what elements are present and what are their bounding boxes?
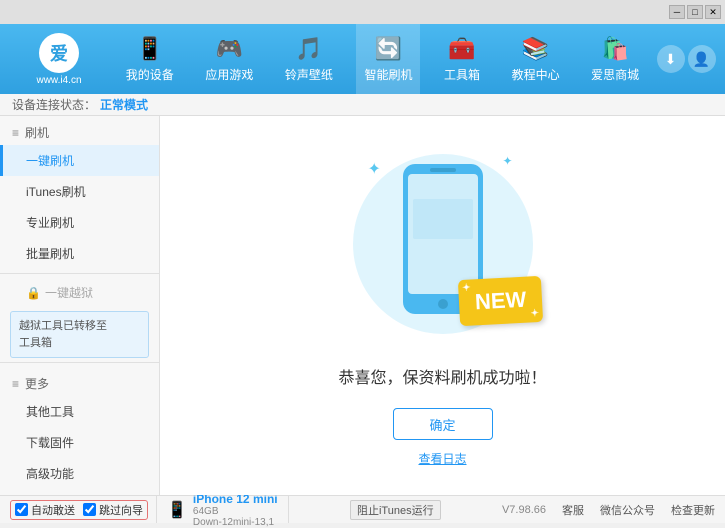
sidebar-flash-label: 刷机 (25, 124, 49, 141)
status-value: 正常模式 (100, 96, 148, 113)
sidebar-item-download-firmware[interactable]: 下载固件 (0, 427, 159, 458)
nav-toolbox[interactable]: 🧰 工具箱 (436, 24, 488, 94)
bottom-center: 阻止iTunes运行 (289, 500, 502, 520)
skip-wizard-input[interactable] (83, 503, 96, 516)
device-phone-icon: 📱 (167, 500, 187, 520)
version-text: V7.98.66 (502, 504, 546, 516)
bottom-right: V7.98.66 客服 微信公众号 检查更新 (502, 502, 715, 518)
success-text: 恭喜您，保资料刷机成功啦！ (338, 364, 546, 388)
sidebar-locked-item: 🔒 一键越狱 (0, 278, 159, 307)
logo-url: www.i4.cn (36, 75, 81, 86)
illustration: ✦ ✦ NEW (343, 144, 543, 344)
ringtone-icon: 🎵 (295, 36, 322, 62)
jailbreak-notice-text: 越狱工具已转移至工具箱 (19, 320, 107, 349)
flash-section-icon: ≡ (12, 126, 19, 140)
status-label: 设备连接状态： (12, 96, 96, 113)
nav-tutorial[interactable]: 📚 教程中心 (504, 24, 568, 94)
nav-app-games[interactable]: 🎮 应用游戏 (197, 24, 261, 94)
logo-icon: 爱 (39, 33, 79, 73)
advanced-label: 高级功能 (26, 467, 74, 481)
sidebar-item-other-tools[interactable]: 其他工具 (0, 396, 159, 427)
my-device-icon: 📱 (136, 36, 163, 62)
sidebar: ≡ 刷机 一键刷机 iTunes刷机 专业刷机 批量刷机 🔒 一键越狱 越狱工具… (0, 116, 160, 495)
skip-wizard-label: 跳过向导 (99, 502, 143, 518)
auto-start-checkbox[interactable]: 自动敢送 (15, 502, 75, 518)
device-details: iPhone 12 mini 64GB Down-12mini-13,1 (193, 492, 278, 528)
sidebar-divider-2 (0, 362, 159, 363)
status-bar: 设备连接状态： 正常模式 (0, 94, 725, 116)
sidebar-item-advanced[interactable]: 高级功能 (0, 458, 159, 489)
tutorial-icon: 📚 (522, 36, 549, 62)
sparkle-top-right: ✦ (502, 154, 512, 168)
sparkle-top-left: ✦ (368, 159, 381, 179)
one-click-flash-label: 一键刷机 (26, 154, 74, 168)
toolbox-icon: 🧰 (448, 36, 475, 62)
nav-my-device[interactable]: 📱 我的设备 (118, 24, 182, 94)
skip-wizard-checkbox[interactable]: 跳过向导 (83, 502, 143, 518)
device-info-area: 📱 iPhone 12 mini 64GB Down-12mini-13,1 (156, 496, 289, 523)
content-area: ✦ ✦ NEW 恭喜您，保资料刷机成功啦！ 确定 查看日志 (160, 116, 725, 495)
smart-flash-icon: 🔄 (375, 36, 402, 62)
device-storage: 64GB (193, 506, 278, 517)
sidebar-more-label: 更多 (25, 375, 49, 392)
nav-items: 📱 我的设备 🎮 应用游戏 🎵 铃声壁纸 🔄 智能刷机 🧰 工具箱 📚 教程中心… (110, 24, 655, 94)
app-games-icon: 🎮 (216, 36, 243, 62)
nav-tutorial-label: 教程中心 (512, 66, 560, 83)
download-btn[interactable]: ⬇ (657, 45, 685, 73)
nav-store[interactable]: 🛍️ 爱思商城 (583, 24, 647, 94)
other-tools-label: 其他工具 (26, 405, 74, 419)
close-btn[interactable]: ✕ (705, 5, 721, 19)
nav-toolbox-label: 工具箱 (444, 66, 480, 83)
title-bar: ─ □ ✕ (0, 0, 725, 24)
wechat-official-link[interactable]: 微信公众号 (600, 502, 655, 518)
batch-flash-label: 批量刷机 (26, 247, 74, 261)
header-actions: ⬇ 👤 (655, 45, 725, 73)
bottom-bar: 自动敢送 跳过向导 📱 iPhone 12 mini 64GB Down-12m… (0, 495, 725, 523)
nav-ringtone[interactable]: 🎵 铃声壁纸 (277, 24, 341, 94)
auto-start-input[interactable] (15, 503, 28, 516)
nav-smart-flash-label: 智能刷机 (364, 66, 412, 83)
jailbreak-notice: 越狱工具已转移至工具箱 (10, 311, 149, 358)
customer-service-link[interactable]: 客服 (562, 502, 584, 518)
stop-itunes-btn[interactable]: 阻止iTunes运行 (350, 500, 441, 520)
device-firmware: Down-12mini-13,1 (193, 517, 278, 528)
sidebar-flash-header: ≡ 刷机 (0, 116, 159, 145)
nav-store-label: 爱思商城 (591, 66, 639, 83)
sidebar-more-header: ≡ 更多 (0, 367, 159, 396)
minimize-btn[interactable]: ─ (669, 5, 685, 19)
itunes-flash-label: iTunes刷机 (26, 185, 86, 199)
sidebar-item-itunes-flash[interactable]: iTunes刷机 (0, 176, 159, 207)
sidebar-item-batch-flash[interactable]: 批量刷机 (0, 238, 159, 269)
check-update-link[interactable]: 检查更新 (671, 502, 715, 518)
header: 爱 www.i4.cn 📱 我的设备 🎮 应用游戏 🎵 铃声壁纸 🔄 智能刷机 … (0, 24, 725, 94)
new-badge: NEW (458, 276, 544, 326)
sidebar-divider-1 (0, 273, 159, 274)
sidebar-item-one-click-flash[interactable]: 一键刷机 (0, 145, 159, 176)
nav-ringtone-label: 铃声壁纸 (285, 66, 333, 83)
lock-icon: 🔒 (26, 286, 41, 300)
store-icon: 🛍️ (601, 36, 628, 62)
auto-start-label: 自动敢送 (31, 502, 75, 518)
secondary-link[interactable]: 查看日志 (418, 450, 466, 467)
nav-smart-flash[interactable]: 🔄 智能刷机 (356, 24, 420, 94)
download-firmware-label: 下载固件 (26, 436, 74, 450)
nav-app-games-label: 应用游戏 (205, 66, 253, 83)
checkbox-group: 自动敢送 跳过向导 (10, 500, 148, 520)
more-section-icon: ≡ (12, 377, 19, 391)
confirm-button[interactable]: 确定 (393, 408, 493, 440)
logo-area: 爱 www.i4.cn (0, 33, 110, 86)
main-container: ≡ 刷机 一键刷机 iTunes刷机 专业刷机 批量刷机 🔒 一键越狱 越狱工具… (0, 116, 725, 495)
user-btn[interactable]: 👤 (688, 45, 716, 73)
sidebar-item-pro-flash[interactable]: 专业刷机 (0, 207, 159, 238)
maximize-btn[interactable]: □ (687, 5, 703, 19)
nav-my-device-label: 我的设备 (126, 66, 174, 83)
locked-label: 一键越狱 (45, 284, 93, 301)
pro-flash-label: 专业刷机 (26, 216, 74, 230)
